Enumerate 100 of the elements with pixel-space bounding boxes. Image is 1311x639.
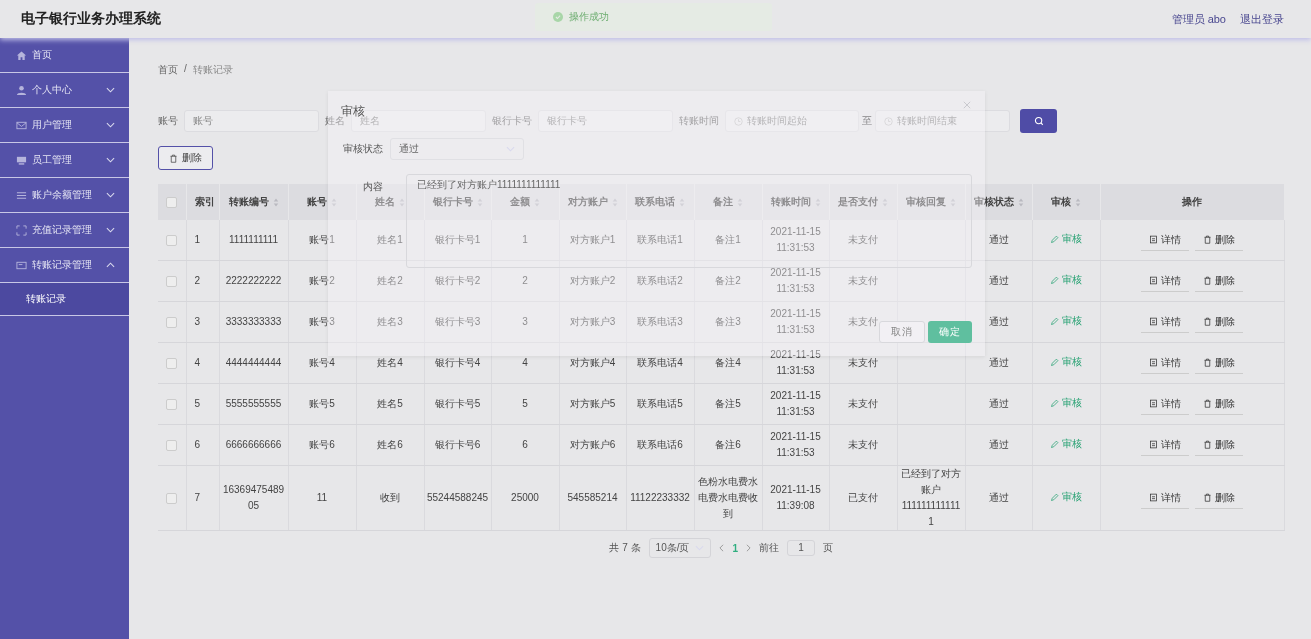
chevron-icon	[106, 157, 115, 163]
page-input[interactable]: 1	[787, 540, 816, 556]
table-cell: 联系电话4	[637, 357, 683, 368]
table-cell: 2021-11-15 11:31:53	[770, 390, 821, 417]
row-checkbox[interactable]	[166, 316, 178, 328]
cancel-button[interactable]: 取消	[879, 321, 925, 343]
close-icon[interactable]	[963, 101, 971, 109]
total-count: 共 7 条	[609, 541, 641, 555]
pencil-icon	[1050, 398, 1059, 408]
table-cell: 4	[194, 357, 201, 368]
delete-row-button[interactable]: 删除	[1195, 487, 1243, 509]
table-cell: 对方账户1	[569, 234, 616, 245]
search-button[interactable]	[1020, 109, 1057, 133]
status-select[interactable]: 通过	[390, 138, 524, 160]
range-separator: 至	[862, 114, 872, 128]
column-header[interactable]: 审核	[1051, 195, 1081, 209]
sidebar-item[interactable]: 首页	[0, 38, 129, 73]
sidebar-item[interactable]: 个人中心	[0, 73, 129, 108]
table-cell: 姓名6	[377, 439, 403, 450]
row-checkbox[interactable]	[166, 275, 178, 287]
table-cell: 备注4	[715, 357, 741, 368]
column-header[interactable]: 账号	[307, 195, 337, 209]
table-cell: 3333333333	[225, 316, 282, 327]
table-cell: 姓名1	[377, 234, 403, 245]
delete-button[interactable]: 删除	[158, 146, 213, 170]
row-checkbox[interactable]	[166, 439, 178, 451]
table-cell: 5	[522, 398, 528, 409]
delete-row-button[interactable]: 删除	[1195, 270, 1243, 292]
row-checkbox[interactable]	[166, 234, 178, 246]
chevron-left-icon[interactable]	[719, 544, 725, 552]
delete-row-button[interactable]: 删除	[1195, 352, 1243, 374]
table-cell: 已支付	[848, 492, 878, 503]
sort-icon[interactable]	[1075, 197, 1081, 207]
row-checkbox[interactable]	[166, 492, 178, 504]
table-cell: 账号6	[309, 439, 335, 450]
envelope-icon	[16, 119, 27, 131]
frame-icon	[16, 224, 27, 236]
sort-icon[interactable]	[272, 197, 279, 207]
document-icon	[1149, 358, 1158, 367]
column-header[interactable]: 操作	[1182, 195, 1202, 209]
table-cell: 55244588245	[426, 492, 489, 503]
details-button[interactable]: 详情	[1141, 229, 1189, 251]
sidebar-item[interactable]: 用户管理	[0, 108, 129, 143]
table-cell: 联系电话6	[637, 439, 683, 450]
trash-icon	[1203, 235, 1212, 244]
logout-link[interactable]: 退出登录	[1240, 11, 1284, 27]
select-all-checkbox[interactable]	[166, 196, 178, 208]
search-icon	[1033, 116, 1044, 126]
table-cell: 银行卡号3	[434, 316, 481, 327]
table-cell: 银行卡号4	[434, 357, 481, 368]
search-field[interactable]: 账号	[184, 110, 319, 132]
sidebar-item[interactable]: 员工管理	[0, 143, 129, 178]
table-cell: 对方账户5	[569, 398, 616, 409]
trash-icon	[1203, 493, 1212, 502]
delete-row-button[interactable]: 删除	[1195, 434, 1243, 456]
delete-row-button[interactable]: 删除	[1195, 311, 1243, 333]
table-cell: 2021-11-15 11:31:53	[770, 308, 821, 335]
home-icon	[16, 49, 27, 61]
table-cell: 通过	[988, 275, 1009, 286]
table-cell: 1	[522, 234, 528, 245]
pencil-icon	[1050, 357, 1059, 367]
table-cell: 2	[522, 275, 528, 286]
table-cell: 对方账户2	[569, 275, 616, 286]
table-cell: 联系电话5	[637, 398, 683, 409]
table-cell: 通过	[988, 398, 1009, 409]
table-cell: 7	[194, 492, 201, 503]
details-button[interactable]: 详情	[1141, 434, 1189, 456]
table-cell: 2021-11-15 11:31:53	[770, 226, 821, 253]
table-cell: 色粉水电费水电费水电费收到	[698, 476, 758, 519]
sidebar-item[interactable]: 充值记录管理	[0, 213, 129, 248]
table-cell: 6	[522, 439, 528, 450]
chevron-right-icon[interactable]	[746, 544, 752, 552]
breadcrumb-link[interactable]: 转账记录	[192, 63, 233, 77]
sidebar-item[interactable]: 账户余额管理	[0, 178, 129, 213]
monitor-icon	[16, 154, 27, 166]
chevron-icon	[106, 87, 115, 93]
delete-row-button[interactable]: 删除	[1195, 229, 1243, 251]
table-cell: 对方账户6	[569, 439, 616, 450]
sort-icon[interactable]	[1017, 197, 1024, 207]
row-checkbox[interactable]	[166, 357, 178, 369]
sidebar-subitem[interactable]: 转账记录	[0, 283, 129, 316]
page-size-select[interactable]: 10条/页	[648, 538, 712, 558]
trash-icon	[1203, 440, 1212, 449]
row-checkbox[interactable]	[166, 398, 178, 410]
details-button[interactable]: 详情	[1141, 393, 1189, 415]
breadcrumb-link[interactable]: 首页	[158, 63, 178, 77]
field-label: 内容	[362, 180, 383, 194]
toast-message: 操作成功	[569, 10, 609, 24]
details-button[interactable]: 详情	[1141, 311, 1189, 333]
table-cell: 3	[194, 316, 201, 327]
table-cell: 2222222222	[225, 275, 282, 286]
details-button[interactable]: 详情	[1141, 352, 1189, 374]
breadcrumb-separator: /	[184, 63, 187, 76]
details-button[interactable]: 详情	[1141, 487, 1189, 509]
document-icon	[1149, 317, 1158, 326]
user-name: 管理员 abo	[1171, 11, 1226, 27]
table-cell: 姓名2	[377, 275, 403, 286]
details-button[interactable]: 详情	[1141, 270, 1189, 292]
delete-row-button[interactable]: 删除	[1195, 393, 1243, 415]
table-cell: 5555555555	[225, 398, 282, 409]
